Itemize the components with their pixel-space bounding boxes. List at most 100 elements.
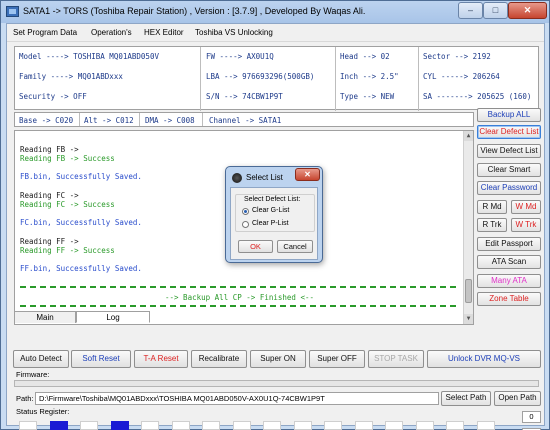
status-led-mc [324,421,342,430]
log-line: Reading FB -> Success [20,154,115,163]
log-scrollbar[interactable]: ▲ ▼ [463,131,473,324]
super-on-button[interactable]: Super ON [250,350,306,368]
write-md-button[interactable]: W Md [511,200,541,214]
main-window: SATA1 -> TORS (Toshiba Repair Station) ,… [0,0,550,430]
ta-reset-button[interactable]: T-A Reset [134,350,188,368]
auto-detect-button[interactable]: Auto Detect [13,350,69,368]
clear-plist-label[interactable]: Clear P-List [252,220,289,227]
dialog-close-button[interactable]: ✕ [295,168,320,181]
status-led-idx [202,421,220,430]
port-alt: Alt -> C012 [84,116,134,125]
log-separator [20,286,456,288]
scroll-up-icon[interactable]: ▲ [464,131,473,141]
app-icon [6,6,19,17]
status-led-dwf [80,421,98,430]
clear-password-button[interactable]: Clear Password [477,181,541,195]
unlock-dvr-button[interactable]: Unlock DVR MQ-VS [427,350,541,368]
status-value-1: 0 [522,411,541,423]
read-track-button[interactable]: R Trk [477,218,507,232]
divider [200,47,201,111]
ok-button[interactable]: OK [238,240,273,253]
clear-glist-radio[interactable] [242,208,249,215]
log-separator [20,305,456,307]
divider [139,113,140,126]
port-dma: DMA -> C008 [145,116,195,125]
info-lba: LBA --> 976693296(500GB) [206,72,315,81]
info-model: Model ----> TOSHIBA MQ01ABD050V [19,52,159,61]
open-path-button[interactable]: Open Path [494,391,541,406]
clear-plist-radio[interactable] [242,221,249,228]
minimize-button[interactable]: – [458,2,483,19]
recalibrate-button[interactable]: Recalibrate [191,350,247,368]
super-off-button[interactable]: Super OFF [309,350,365,368]
scroll-thumb[interactable] [465,279,472,303]
divider [335,47,336,111]
port-base: Base -> C020 [19,116,74,125]
clear-smart-button[interactable]: Clear Smart [477,163,541,177]
firmware-progress-bar [14,380,539,387]
menu-toshiba-vs-unlocking[interactable]: Toshiba VS Unlocking [195,28,273,37]
view-defect-list-button[interactable]: View Defect List [477,144,541,158]
write-track-button[interactable]: W Trk [511,218,541,232]
info-fw: FW ----> AX0U1Q [206,52,274,61]
divider [418,47,419,111]
dialog-title: Select List [246,173,283,182]
backup-all-button[interactable]: Backup ALL [477,108,541,122]
many-ata-button[interactable]: Many ATA [477,274,541,288]
info-sa: SA -------> 205625 (160) [423,92,532,101]
read-md-button[interactable]: R Md [477,200,507,214]
port-channel: Channel -> SATA1 [209,116,282,125]
zone-table-button[interactable]: Zone Table [477,292,541,306]
status-led-crr [171,421,190,430]
dialog-app-icon [232,173,242,183]
drive-info-panel: Model ----> TOSHIBA MQ01ABD050V Family -… [14,46,539,111]
menu-set-program-data[interactable]: Set Program Data [13,28,77,37]
stop-task-button[interactable]: STOP TASK [368,350,424,368]
status-register-label: Status Register: [16,407,70,416]
log-line: Reading FF -> [20,237,79,246]
log-line: FF.bin, Successfully Saved. [20,264,142,273]
ata-scan-button[interactable]: ATA Scan [477,255,541,269]
info-cyl: CYL -----> 206264 [423,72,500,81]
info-type: Type --> NEW [340,92,395,101]
clear-defect-list-button[interactable]: Clear Defect List [477,125,541,139]
log-line: Reading FB -> [20,145,79,154]
dialog-body: Select Defect List: Clear G-List Clear P… [230,187,318,260]
tab-log[interactable]: Log [76,311,150,323]
select-path-button[interactable]: Select Path [441,391,491,406]
window-title: SATA1 -> TORS (Toshiba Repair Station) ,… [23,6,366,16]
path-label: Path: [16,394,34,403]
divider [202,113,203,126]
menu-hex-editor[interactable]: HEX Editor [144,28,184,37]
log-line: Reading FC -> [20,191,79,200]
info-sn: S/N --> 74CBW1P9T [206,92,283,101]
path-field[interactable]: D:\Firmware\Toshiba\MQ01ABDxxx\TOSHIBA M… [35,392,439,405]
log-line: Reading FC -> Success [20,200,115,209]
divider [79,113,80,126]
info-inch: Inch --> 2.5" [340,72,399,81]
status-led-dsc [110,421,129,430]
status-led-drd [49,421,68,430]
menu-operations[interactable]: Operation's [91,28,132,37]
soft-reset-button[interactable]: Soft Reset [71,350,131,368]
info-sector: Sector --> 2192 [423,52,491,61]
cancel-button[interactable]: Cancel [277,240,313,253]
close-button[interactable]: ✕ [508,2,547,19]
status-led-err [232,421,251,430]
status-led-bbk [263,421,281,430]
tab-main[interactable]: Main [14,311,76,323]
maximize-button[interactable]: □ [483,2,508,19]
clear-glist-label[interactable]: Clear G-List [252,207,289,214]
info-family: Family ----> MQ01ABDxxx [19,72,123,81]
info-head: Head --> 02 [340,52,390,61]
status-led-ton [446,421,464,430]
edit-passport-button[interactable]: Edit Passport [477,237,541,251]
status-led-mcr [385,421,403,430]
scroll-down-icon[interactable]: ▼ [464,314,473,324]
title-bar[interactable]: SATA1 -> TORS (Toshiba Repair Station) ,… [1,1,549,23]
status-led-inf [354,421,373,430]
status-led-bsy [19,421,37,430]
group-label: Select Defect List: [242,196,303,203]
status-led-unc [293,421,312,430]
defect-list-group: Select Defect List: Clear G-List Clear P… [235,194,315,232]
